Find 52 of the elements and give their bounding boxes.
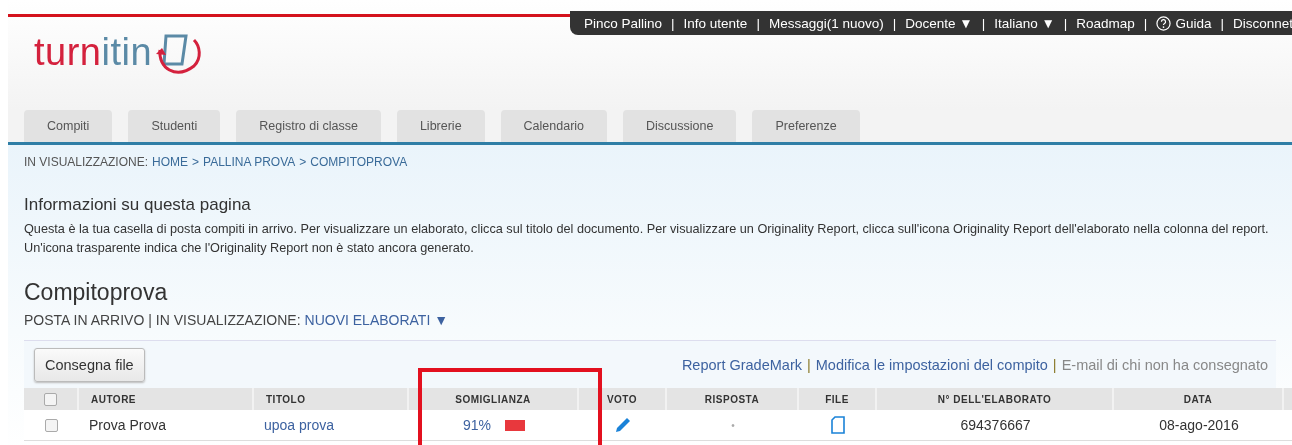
breadcrumb-link[interactable]: COMPITOPROVA [310, 155, 408, 169]
submit-file-button[interactable]: Consegna file [34, 347, 145, 382]
separator: | [981, 15, 986, 31]
breadcrumb-separator: > [299, 155, 307, 169]
separator: | [1052, 356, 1057, 373]
guide-link[interactable]: Guida [1156, 15, 1212, 31]
top-link[interactable]: Roadmap [1076, 15, 1135, 31]
info-paragraph: Questa è la tua casella di posta compiti in arrivo. Per visualizzare un elaborato, clicca sul titolo del documento. Per visualizzare un Originality Report, clicca sull'icona Originality Report dell'elaborato nella colonna del report. Un'icona trasparente indica che l'Originality Report non è stato ancora generato. [24, 221, 1270, 257]
breadcrumb-link[interactable]: PALLINA PROVA [203, 155, 296, 169]
similarity-indicator[interactable] [505, 419, 525, 431]
title-link[interactable]: upoa prova [264, 417, 335, 433]
assignment-title: Compitoprova [24, 279, 169, 306]
nav-tab[interactable]: Compiti [24, 110, 113, 142]
nav-tab[interactable]: Calendario [500, 110, 608, 142]
file-icon[interactable] [831, 416, 845, 434]
separator: | [806, 356, 811, 373]
separator: | [671, 15, 675, 31]
top-link[interactable]: Pinco Pallino [584, 15, 663, 31]
top-link[interactable]: Italiano ▼ [994, 15, 1055, 31]
separator: | [892, 15, 897, 31]
view-label: | IN VISUALIZZAZIONE: [148, 312, 301, 328]
inbox-label: POSTA IN ARRIVO [24, 312, 145, 328]
nav-tab[interactable]: Discussione [623, 110, 737, 142]
separator: | [1143, 15, 1148, 31]
help-icon [1156, 15, 1172, 31]
nav-tab[interactable]: Studenti [128, 110, 221, 142]
view-dropdown[interactable]: NUOVI ELABORATI ▼ [304, 312, 449, 328]
toolbar-link[interactable]: Report GradeMark [681, 356, 802, 373]
section-title: Informazioni su questa pagina [24, 195, 252, 215]
nav-tab[interactable]: Librerie [396, 110, 485, 142]
similarity-link[interactable]: 91% [463, 417, 491, 433]
breadcrumb-separator: > [192, 155, 200, 169]
breadcrumb-label: IN VISUALIZZAZIONE: [24, 155, 149, 169]
nav-tab[interactable]: Preferenze [752, 110, 860, 142]
row-checkbox[interactable] [45, 418, 58, 432]
top-link[interactable]: Docente ▼ [905, 15, 973, 31]
top-link[interactable]: Info utente [683, 15, 748, 31]
separator: | [1220, 15, 1224, 31]
response-cell: • [731, 419, 735, 431]
top-link[interactable]: Messaggi(1 nuovo) [768, 15, 884, 31]
nav-tab[interactable]: Registro di classe [236, 110, 381, 142]
logo[interactable]: turnitin [34, 28, 205, 80]
toolbar-link[interactable]: Modifica le impostazioni del compito [815, 356, 1048, 373]
separator: | [1063, 15, 1068, 31]
author-cell: Prova Prova [89, 417, 167, 433]
separator: | [756, 15, 760, 31]
paper-id-cell: 694376667 [960, 417, 1031, 433]
select-all-checkbox[interactable] [44, 392, 57, 406]
top-link[interactable]: Disconnet [1232, 15, 1292, 31]
breadcrumb-link[interactable]: HOME [152, 155, 189, 169]
pencil-icon[interactable] [614, 416, 632, 434]
date-cell: 08-ago-2016 [1159, 417, 1239, 433]
